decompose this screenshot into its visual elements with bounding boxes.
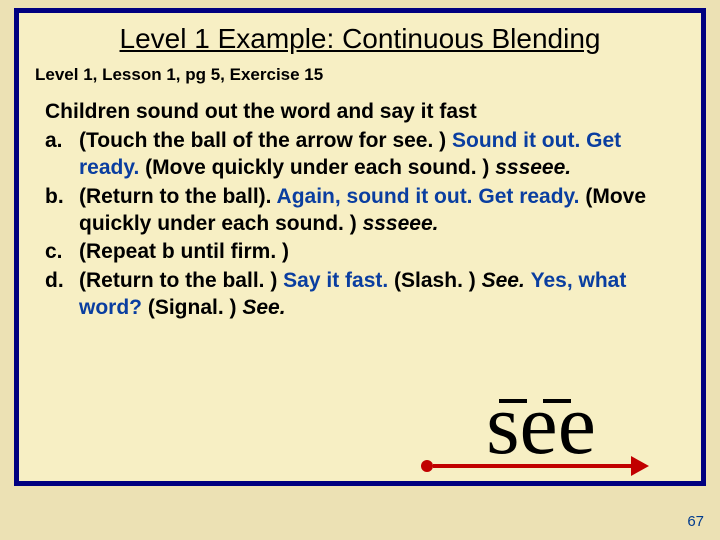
item-b: b. (Return to the ball). Again, sound it… — [45, 184, 675, 238]
arrow-head — [631, 456, 649, 476]
slide-title: Level 1 Example: Continuous Blending — [19, 13, 701, 59]
marker-c: c. — [45, 239, 79, 266]
marker-a: a. — [45, 128, 79, 182]
macron-1 — [499, 399, 527, 403]
marker-b: b. — [45, 184, 79, 238]
slide-frame: Level 1 Example: Continuous Blending Lev… — [14, 8, 706, 486]
arrow-shaft — [433, 464, 633, 468]
item-a: a. (Touch the ball of the arrow for see.… — [45, 128, 675, 182]
lead-line: Children sound out the word and say it f… — [45, 99, 675, 126]
item-d: d. (Return to the ball. ) Say it fast. (… — [45, 268, 675, 322]
slide-subtitle: Level 1, Lesson 1, pg 5, Exercise 15 — [19, 59, 701, 99]
word-text: see — [431, 386, 651, 463]
arrow — [431, 457, 651, 475]
text-c: (Repeat b until firm. ) — [79, 239, 675, 266]
text-b: (Return to the ball). Again, sound it ou… — [79, 184, 675, 238]
text-a: (Touch the ball of the arrow for see. ) … — [79, 128, 675, 182]
macron-2 — [543, 399, 571, 403]
marker-d: d. — [45, 268, 79, 322]
word-display: see — [431, 386, 651, 475]
text-d: (Return to the ball. ) Say it fast. (Sla… — [79, 268, 675, 322]
arrow-ball — [421, 460, 433, 472]
body-text: Children sound out the word and say it f… — [19, 99, 701, 322]
item-c: c. (Repeat b until firm. ) — [45, 239, 675, 266]
page-number: 67 — [687, 513, 704, 530]
